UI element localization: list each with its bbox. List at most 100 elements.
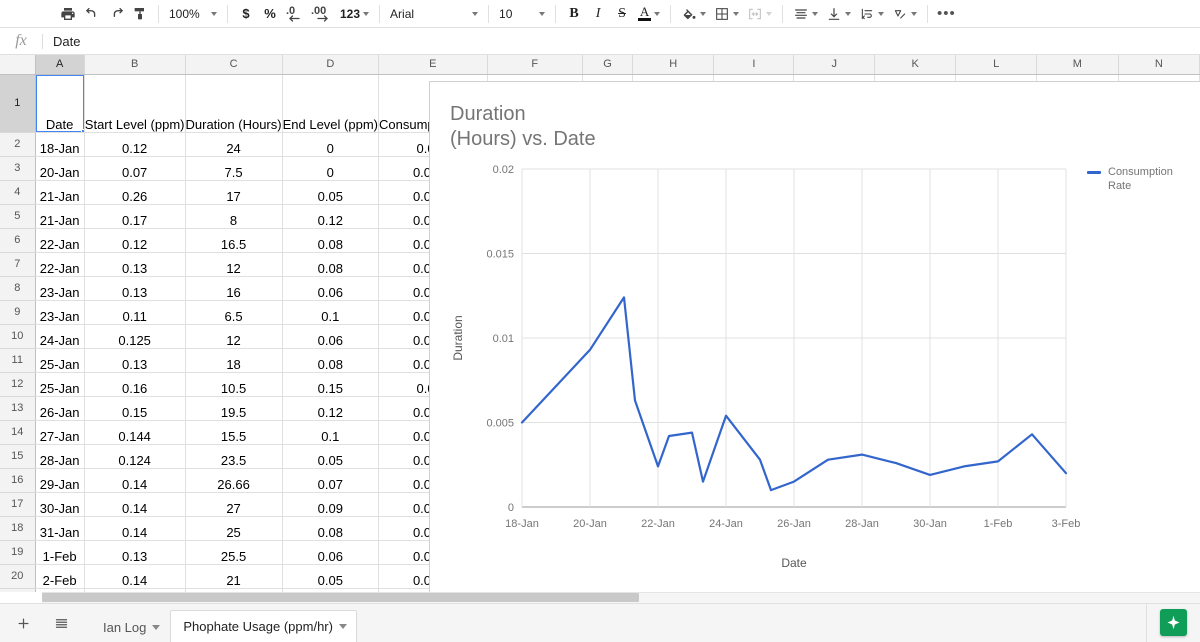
more-options-button[interactable]: ••• xyxy=(934,2,959,26)
cell-c5[interactable]: 8 xyxy=(185,204,283,229)
cell-b9[interactable]: 0.11 xyxy=(84,300,186,325)
row-header-19[interactable]: 19 xyxy=(0,540,36,565)
cell-a5[interactable]: 21-Jan xyxy=(35,204,85,229)
cell-c11[interactable]: 18 xyxy=(185,348,283,373)
cell-a15[interactable]: 28-Jan xyxy=(35,444,85,469)
column-header-g[interactable]: G xyxy=(582,55,634,75)
column-header-i[interactable]: I xyxy=(713,55,795,75)
cell-b13[interactable]: 0.15 xyxy=(84,396,186,421)
column-header-a[interactable]: A xyxy=(35,55,85,75)
cell-d4[interactable]: 0.05 xyxy=(282,180,379,205)
column-header-b[interactable]: B xyxy=(84,55,186,75)
cell-b8[interactable]: 0.13 xyxy=(84,276,186,301)
cell-b10[interactable]: 0.125 xyxy=(84,324,186,349)
italic-button[interactable]: I xyxy=(586,2,610,26)
bold-button[interactable]: B xyxy=(562,2,586,26)
text-rotation-selector[interactable] xyxy=(888,2,921,26)
row-header-1[interactable]: 1 xyxy=(0,74,36,133)
merge-cells-selector[interactable] xyxy=(743,2,776,26)
cell-c12[interactable]: 10.5 xyxy=(185,372,283,397)
cell-d12[interactable]: 0.15 xyxy=(282,372,379,397)
cell-a2[interactable]: 18-Jan xyxy=(35,132,85,157)
formula-input[interactable] xyxy=(43,28,1200,54)
cell-c17[interactable]: 27 xyxy=(185,492,283,517)
cell-d14[interactable]: 0.1 xyxy=(282,420,379,445)
column-header-n[interactable]: N xyxy=(1118,55,1200,75)
selection-fill-handle[interactable] xyxy=(80,128,84,131)
print-icon[interactable] xyxy=(56,2,80,26)
cell-d7[interactable]: 0.08 xyxy=(282,252,379,277)
row-header-2[interactable]: 2 xyxy=(0,132,36,157)
cell-a17[interactable]: 30-Jan xyxy=(35,492,85,517)
row-header-6[interactable]: 6 xyxy=(0,228,36,253)
row-header-20[interactable]: 20 xyxy=(0,564,36,589)
cell-a3[interactable]: 20-Jan xyxy=(35,156,85,181)
cell-c10[interactable]: 12 xyxy=(185,324,283,349)
text-color-selector[interactable]: A xyxy=(634,2,664,26)
cell-b18[interactable]: 0.14 xyxy=(84,516,186,541)
decrease-decimal-button[interactable]: .0 xyxy=(282,2,308,26)
borders-selector[interactable] xyxy=(710,2,743,26)
cell-b14[interactable]: 0.144 xyxy=(84,420,186,445)
chevron-down-icon[interactable] xyxy=(338,624,347,629)
cell-c8[interactable]: 16 xyxy=(185,276,283,301)
row-header-4[interactable]: 4 xyxy=(0,180,36,205)
cell-b11[interactable]: 0.13 xyxy=(84,348,186,373)
cell-a16[interactable]: 29-Jan xyxy=(35,468,85,493)
cell-a11[interactable]: 25-Jan xyxy=(35,348,85,373)
strikethrough-button[interactable]: S xyxy=(610,2,634,26)
cell-b20[interactable]: 0.14 xyxy=(84,564,186,589)
cell-b12[interactable]: 0.16 xyxy=(84,372,186,397)
cell-d15[interactable]: 0.05 xyxy=(282,444,379,469)
cell-b6[interactable]: 0.12 xyxy=(84,228,186,253)
select-all-corner[interactable] xyxy=(0,55,36,75)
cell-b19[interactable]: 0.13 xyxy=(84,540,186,565)
column-header-k[interactable]: K xyxy=(874,55,957,75)
cell-c16[interactable]: 26.66 xyxy=(185,468,283,493)
row-header-15[interactable]: 15 xyxy=(0,444,36,469)
currency-format-button[interactable]: $ xyxy=(234,2,258,26)
cell-d19[interactable]: 0.06 xyxy=(282,540,379,565)
cell-c1[interactable]: Duration (Hours) xyxy=(185,74,283,133)
cell-a6[interactable]: 22-Jan xyxy=(35,228,85,253)
increase-decimal-button[interactable]: .00 xyxy=(308,2,336,26)
cell-c6[interactable]: 16.5 xyxy=(185,228,283,253)
cell-c9[interactable]: 6.5 xyxy=(185,300,283,325)
cell-b3[interactable]: 0.07 xyxy=(84,156,186,181)
column-header-m[interactable]: M xyxy=(1036,55,1119,75)
cell-b4[interactable]: 0.26 xyxy=(84,180,186,205)
cell-d10[interactable]: 0.06 xyxy=(282,324,379,349)
cell-a4[interactable]: 21-Jan xyxy=(35,180,85,205)
cell-c4[interactable]: 17 xyxy=(185,180,283,205)
column-header-c[interactable]: C xyxy=(185,55,283,75)
zoom-selector[interactable]: 100% xyxy=(165,2,221,26)
row-header-17[interactable]: 17 xyxy=(0,492,36,517)
cell-a7[interactable]: 22-Jan xyxy=(35,252,85,277)
cell-c15[interactable]: 23.5 xyxy=(185,444,283,469)
cell-a8[interactable]: 23-Jan xyxy=(35,276,85,301)
row-header-11[interactable]: 11 xyxy=(0,348,36,373)
cell-d1[interactable]: End Level (ppm) xyxy=(282,74,379,133)
cell-a10[interactable]: 24-Jan xyxy=(35,324,85,349)
cell-c18[interactable]: 25 xyxy=(185,516,283,541)
sheet-tab-1[interactable]: Phophate Usage (ppm/hr) xyxy=(170,609,357,642)
fill-color-selector[interactable] xyxy=(677,2,710,26)
cell-a18[interactable]: 31-Jan xyxy=(35,516,85,541)
column-header-j[interactable]: J xyxy=(793,55,876,75)
cell-a9[interactable]: 23-Jan xyxy=(35,300,85,325)
cell-b17[interactable]: 0.14 xyxy=(84,492,186,517)
cell-c7[interactable]: 12 xyxy=(185,252,283,277)
column-header-f[interactable]: F xyxy=(487,55,583,75)
row-header-10[interactable]: 10 xyxy=(0,324,36,349)
add-sheet-button[interactable] xyxy=(8,608,38,638)
cell-b16[interactable]: 0.14 xyxy=(84,468,186,493)
horizontal-scrollbar-thumb[interactable] xyxy=(42,593,639,602)
row-header-8[interactable]: 8 xyxy=(0,276,36,301)
row-header-18[interactable]: 18 xyxy=(0,516,36,541)
cell-c2[interactable]: 24 xyxy=(185,132,283,157)
cell-a19[interactable]: 1-Feb xyxy=(35,540,85,565)
font-size-selector[interactable]: 10 xyxy=(495,2,549,26)
explore-button[interactable] xyxy=(1160,609,1187,636)
embedded-chart[interactable]: Duration (Hours) vs. Date Consumption Ra… xyxy=(429,81,1200,592)
horizontal-align-selector[interactable] xyxy=(789,2,822,26)
